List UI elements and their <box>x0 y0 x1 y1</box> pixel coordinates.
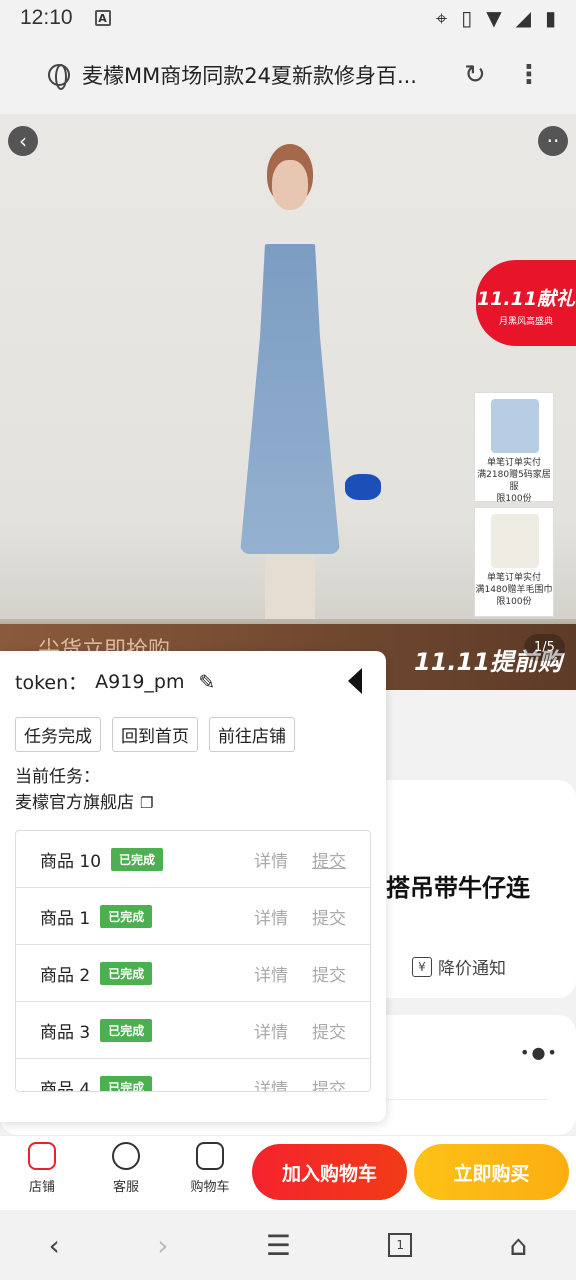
back-nav-icon[interactable]: ‹ <box>49 1229 60 1262</box>
vibrate-icon: ▯ <box>461 6 473 30</box>
location-icon: ⌖ <box>435 6 448 30</box>
submit-link[interactable]: 提交 <box>312 847 346 872</box>
token-value: A919_pm <box>95 670 185 693</box>
submit-link[interactable]: 提交 <box>312 961 346 986</box>
detail-link[interactable]: 详情 <box>254 961 288 986</box>
current-task: 当前任务： 麦檬官方旗舰店 ❐ <box>15 767 154 813</box>
store-icon <box>28 1142 56 1170</box>
go-store-button[interactable]: 前往店铺 <box>209 717 295 752</box>
home-icon[interactable]: ⌂ <box>509 1229 527 1262</box>
chat-icon <box>112 1142 140 1170</box>
status-bar: 12:10 A ⌖ ▯ ▼ ◢ ▮ <box>0 0 576 36</box>
task-complete-button[interactable]: 任务完成 <box>15 717 101 752</box>
reload-icon[interactable]: ↻ <box>464 60 486 90</box>
product-gallery[interactable]: ‹ ·· 11.11献礼 月黑风高盛典 单笔订单实付 满2180赠5码家居服 限… <box>0 114 576 690</box>
list-item: 商品 3 已完成 详情 提交 <box>16 1002 370 1059</box>
token-row: token： A919_pm ✎ <box>15 669 216 695</box>
task-panel: token： A919_pm ✎ 任务完成 回到首页 前往店铺 当前任务： 麦檬… <box>0 651 386 1122</box>
gift-card-1[interactable]: 单笔订单实付 满2180赠5码家居服 限100份 <box>474 392 554 504</box>
status-badge: 已完成 <box>111 847 164 871</box>
action-bar: 店铺 客服 购物车 加入购物车 立即购买 <box>0 1135 576 1210</box>
collapse-icon[interactable] <box>344 667 364 695</box>
menu-icon[interactable]: ☰ <box>266 1229 291 1262</box>
copy-icon[interactable]: ❐ <box>140 794 153 812</box>
task-item-list[interactable]: 商品 10 已完成 详情 提交 商品 1 已完成 详情 提交 商品 2 已完成 … <box>15 830 371 1092</box>
back-home-button[interactable]: 回到首页 <box>112 717 198 752</box>
notification-icon: A <box>94 10 111 26</box>
battery-icon: ▮ <box>544 6 556 30</box>
list-item: 商品 2 已完成 详情 提交 <box>16 945 370 1002</box>
forward-nav-icon[interactable]: › <box>157 1229 168 1262</box>
more-icon[interactable]: ·· <box>538 126 568 156</box>
task-value: 麦檬官方旗舰店 <box>15 793 134 813</box>
page-title[interactable]: 麦檬MM商场同款24夏新款修身百... <box>82 60 442 90</box>
signal-icon: ◢ <box>515 6 531 30</box>
buy-now-button[interactable]: 立即购买 <box>414 1144 569 1200</box>
product-title: 搭吊带牛仔连 <box>386 874 530 902</box>
detail-link[interactable]: 详情 <box>254 1075 288 1092</box>
status-badge: 已完成 <box>100 1018 153 1042</box>
detail-link[interactable]: 详情 <box>254 1018 288 1043</box>
list-item: 商品 4 已完成 详情 提交 <box>16 1059 370 1092</box>
more-menu-icon[interactable]: ⋮ <box>516 60 542 90</box>
detail-link[interactable]: 详情 <box>254 847 288 872</box>
add-to-cart-button[interactable]: 加入购物车 <box>252 1144 407 1200</box>
gift-card-2[interactable]: 单笔订单实付 满1480赠羊毛围巾 限100份 <box>474 507 554 617</box>
cart-icon <box>196 1142 224 1170</box>
browser-nav-bar: ‹ › ☰ 1 ⌂ <box>0 1210 576 1280</box>
service-button[interactable]: 客服 <box>96 1142 156 1195</box>
status-badge: 已完成 <box>100 904 153 928</box>
more-dots-icon[interactable]: •●• <box>520 1043 559 1062</box>
submit-link[interactable]: 提交 <box>312 1018 346 1043</box>
model-photo <box>220 144 381 644</box>
status-badge: 已完成 <box>100 961 153 985</box>
tabs-icon[interactable]: 1 <box>388 1233 413 1257</box>
clock: 12:10 <box>20 6 73 29</box>
submit-link[interactable]: 提交 <box>312 904 346 929</box>
back-icon[interactable]: ‹ <box>8 126 38 156</box>
list-item: 商品 10 已完成 详情 提交 <box>16 831 370 888</box>
edit-icon[interactable]: ✎ <box>198 670 215 694</box>
wifi-icon: ▼ <box>486 6 502 30</box>
price-alert-button[interactable]: ¥ 降价通知 <box>412 954 506 979</box>
cart-button[interactable]: 购物车 <box>180 1142 240 1195</box>
status-badge: 已完成 <box>100 1075 153 1091</box>
detail-link[interactable]: 详情 <box>254 904 288 929</box>
globe-icon[interactable] <box>48 64 70 90</box>
submit-link[interactable]: 提交 <box>312 1075 346 1092</box>
promo-badge: 11.11献礼 月黑风高盛典 <box>476 260 576 346</box>
list-item: 商品 1 已完成 详情 提交 <box>16 888 370 945</box>
browser-toolbar: 麦檬MM商场同款24夏新款修身百... ↻ ⋮ <box>0 36 576 114</box>
yen-icon: ¥ <box>412 956 432 977</box>
gallery-pager: 1/5 <box>524 634 565 661</box>
store-button[interactable]: 店铺 <box>12 1142 72 1195</box>
